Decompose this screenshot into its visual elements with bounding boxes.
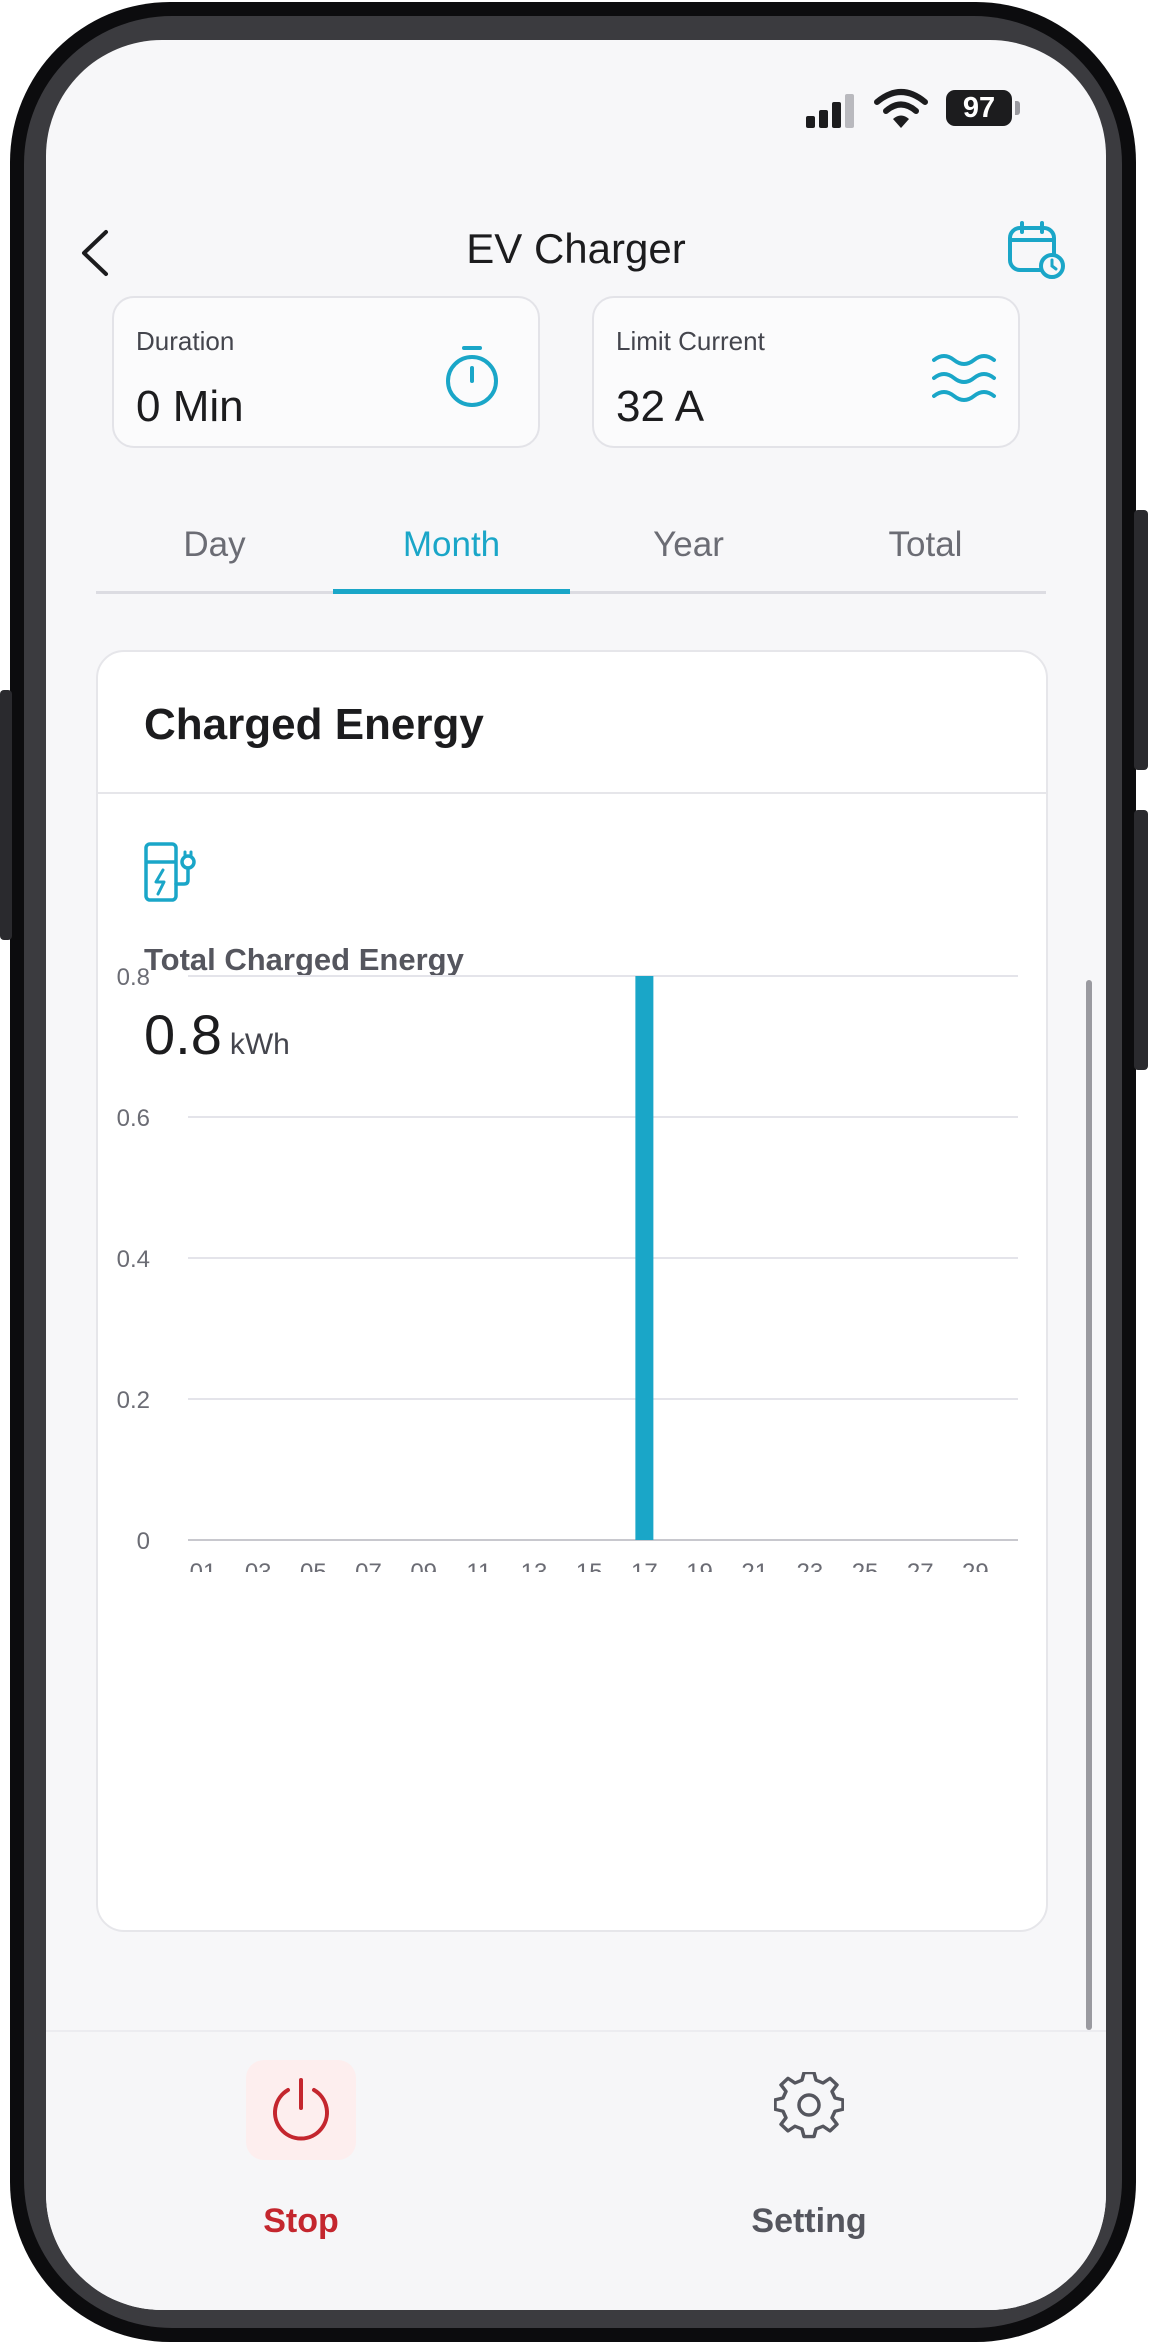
tab-total[interactable]: Total — [807, 500, 1044, 590]
battery-cap — [1015, 101, 1020, 115]
x-tick-label: 25 — [852, 1559, 879, 1572]
bottom-action-bar: Stop Setting — [46, 2030, 1106, 2310]
period-tabs: Day Month Year Total — [96, 500, 1046, 594]
scrollbar[interactable] — [1086, 980, 1092, 2030]
y-tick-label: 0.2 — [117, 1387, 150, 1414]
status-bar: 97 — [46, 40, 1106, 170]
duration-card: Duration 0 Min — [112, 296, 540, 448]
x-tick-label: 07 — [355, 1559, 382, 1572]
stopwatch-icon — [446, 346, 498, 407]
limit-current-label: Limit Current — [616, 326, 765, 356]
duration-label: Duration — [136, 326, 235, 356]
gear-icon[interactable] — [774, 2072, 844, 2142]
tab-year[interactable]: Year — [570, 500, 807, 590]
charged-energy-title: Charged Energy — [144, 700, 484, 749]
x-tick-label: 05 — [300, 1559, 327, 1572]
x-tick-label: 23 — [797, 1559, 824, 1572]
x-tick-label: 11 — [466, 1559, 491, 1572]
tab-month[interactable]: Month — [333, 500, 570, 590]
calendar-schedule-icon[interactable] — [1006, 220, 1066, 280]
cellular-signal-icon — [806, 94, 854, 128]
duration-value: 0 Min — [136, 382, 244, 431]
card-divider — [98, 792, 1046, 794]
ev-charger-icon — [144, 842, 196, 902]
app-screen: 97 EV Charger Duration 0 Min Limit Curre… — [46, 40, 1106, 2310]
x-tick-label: 03 — [245, 1559, 272, 1572]
x-tick-label: 13 — [521, 1559, 548, 1572]
limit-current-value: 32 A — [616, 382, 705, 431]
power-icon — [273, 2078, 329, 2141]
side-button-right-upper — [1134, 510, 1148, 770]
battery-icon: 97 — [946, 90, 1012, 126]
x-tick-label: 09 — [410, 1559, 437, 1572]
x-tick-label: 15 — [576, 1559, 603, 1572]
stop-button[interactable] — [246, 2060, 356, 2160]
active-tab-indicator — [333, 589, 570, 594]
current-wave-icon — [932, 354, 996, 402]
x-tick-label: 01 — [190, 1559, 217, 1572]
bar-day-17 — [635, 976, 654, 1540]
charged-energy-card: Charged Energy Total Charged Energy 0.8 k… — [96, 650, 1048, 1932]
tab-day[interactable]: Day — [96, 500, 333, 590]
wifi-icon — [874, 89, 928, 128]
side-button-left — [0, 690, 12, 940]
battery-level: 97 — [962, 92, 996, 124]
energy-bar-chart: 0 0.2 0.4 0.6 0.8 01 03 05 07 09 11 13 15 17 19 21 23 25 2… — [117, 964, 1018, 1572]
side-button-right-lower — [1134, 810, 1148, 1070]
x-tick-label: 27 — [907, 1559, 934, 1572]
nav-header: EV Charger — [46, 170, 1106, 310]
y-tick-label: 0.6 — [117, 1105, 150, 1132]
x-tick-label: 29 — [962, 1559, 989, 1572]
y-tick-label: 0.4 — [117, 1246, 150, 1273]
page-title: EV Charger — [466, 225, 686, 272]
y-tick-label: 0 — [137, 1528, 150, 1555]
x-tick-label: 17 — [631, 1559, 658, 1572]
stop-label[interactable]: Stop — [246, 2202, 356, 2241]
setting-label[interactable]: Setting — [709, 2202, 909, 2241]
limit-current-card: Limit Current 32 A — [592, 296, 1020, 448]
x-tick-label: 19 — [686, 1559, 713, 1572]
y-tick-label: 0.8 — [117, 964, 150, 991]
tabs-baseline — [96, 591, 1046, 594]
x-tick-label: 21 — [741, 1559, 768, 1572]
